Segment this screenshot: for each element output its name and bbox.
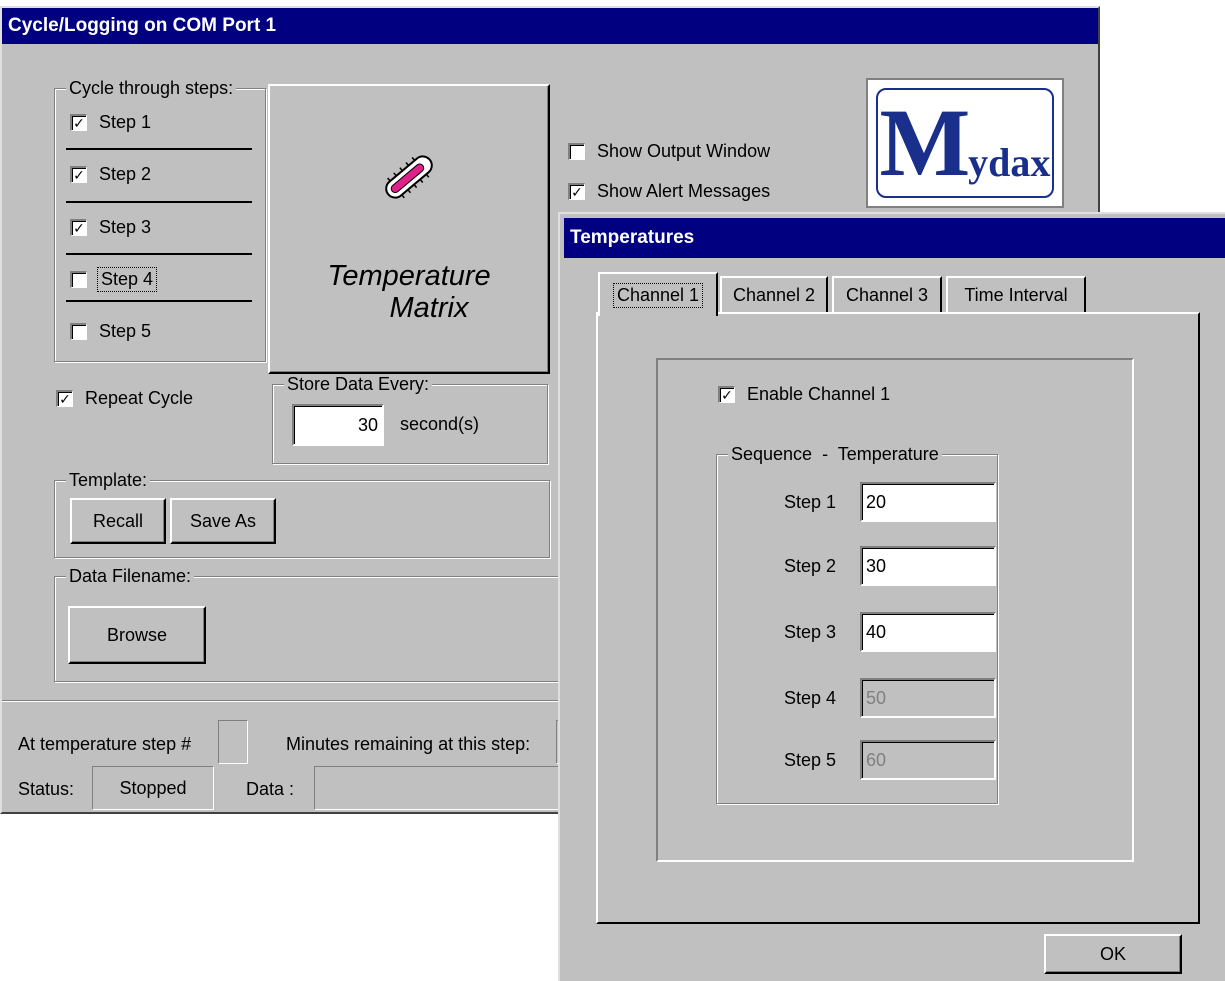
recall-button[interactable]: Recall: [70, 498, 166, 544]
temperature-matrix-line2: Matrix: [389, 292, 469, 324]
mydax-logo: M ydax: [866, 78, 1064, 208]
tab-channel-2-label: Channel 2: [732, 284, 816, 305]
cycle-steps-label: Cycle through steps:: [66, 78, 237, 98]
show-output-window-label: Show Output Window: [597, 141, 771, 161]
show-alert-messages-label: Show Alert Messages: [597, 181, 771, 201]
tab-time-interval[interactable]: Time Interval: [946, 276, 1086, 312]
checkmark-icon: ✓: [70, 219, 87, 236]
step-divider: [66, 201, 252, 203]
tab-channel-3-label: Channel 3: [845, 284, 929, 305]
logo-suffix: ydax: [968, 140, 1051, 185]
show-alert-messages-checkbox[interactable]: ✓ Show Alert Messages: [568, 181, 770, 202]
checkmark-icon: ✓: [568, 183, 585, 200]
logo-text: M ydax: [879, 89, 1051, 196]
repeat-cycle-label: Repeat Cycle: [85, 388, 194, 408]
temperatures-dialog: Temperatures Channel 1 Channel 2 Channel…: [558, 212, 1225, 981]
step-5-label: Step 5: [99, 321, 152, 341]
seq-step-2-label: Step 2: [784, 556, 837, 576]
seq-step-3-input[interactable]: 40: [860, 612, 996, 652]
enable-channel-label: Enable Channel 1: [747, 384, 891, 404]
seq-step-5-input: 60: [860, 740, 996, 780]
step-divider: [66, 253, 252, 255]
data-value: [314, 766, 584, 810]
data-filename-label: Data Filename:: [66, 566, 195, 586]
tab-channel-3[interactable]: Channel 3: [832, 276, 942, 312]
tab-channel-1[interactable]: Channel 1: [598, 272, 718, 316]
checkbox-empty-icon: [70, 323, 87, 340]
store-data-interval-input[interactable]: 30: [292, 404, 384, 446]
store-data-unit: second(s): [400, 414, 480, 434]
seq-step-1-label: Step 1: [784, 492, 837, 512]
checkbox-empty-icon: [568, 143, 585, 160]
tab-time-interval-label: Time Interval: [964, 284, 1068, 305]
step-divider: [66, 300, 252, 302]
seq-step-4-value: 50: [866, 687, 887, 708]
step-4-label: Step 4: [96, 267, 158, 292]
data-label: Data :: [246, 779, 295, 799]
temperature-matrix-line1: Temperature: [327, 260, 491, 292]
step-3-checkbox[interactable]: ✓ Step 3: [70, 217, 151, 238]
browse-button[interactable]: Browse: [68, 606, 206, 664]
seq-step-5-value: 60: [866, 749, 887, 770]
step-4-checkbox[interactable]: Step 4: [70, 267, 158, 292]
seq-step-4-input: 50: [860, 678, 996, 718]
seq-step-3-value: 40: [866, 621, 887, 642]
step-2-checkbox[interactable]: ✓ Step 2: [70, 164, 151, 185]
status-value: Stopped: [92, 766, 214, 810]
window-title: Cycle/Logging on COM Port 1: [2, 8, 1098, 44]
seq-step-2-value: 30: [866, 555, 887, 576]
checkmark-icon: ✓: [718, 386, 735, 403]
seq-step-3-label: Step 3: [784, 622, 837, 642]
ok-button[interactable]: OK: [1044, 934, 1182, 974]
dialog-title: Temperatures: [564, 218, 1225, 258]
checkmark-icon: ✓: [56, 390, 73, 407]
save-as-button[interactable]: Save As: [170, 498, 276, 544]
temperature-matrix-button[interactable]: Temperature Matrix: [268, 84, 550, 374]
step-divider: [66, 148, 252, 150]
step-2-label: Step 2: [99, 164, 152, 184]
minutes-remaining-label: Minutes remaining at this step:: [286, 734, 531, 754]
step-1-checkbox[interactable]: ✓ Step 1: [70, 112, 151, 133]
enable-channel-checkbox[interactable]: ✓ Enable Channel 1: [718, 384, 890, 405]
thermometer-icon: [385, 155, 433, 199]
show-output-window-checkbox[interactable]: Show Output Window: [568, 141, 770, 162]
store-data-label: Store Data Every:: [284, 374, 433, 394]
logo-letter-m: M: [879, 89, 971, 196]
seq-step-2-input[interactable]: 30: [860, 546, 996, 586]
seq-step-1-input[interactable]: 20: [860, 482, 996, 522]
repeat-cycle-checkbox[interactable]: ✓ Repeat Cycle: [56, 388, 193, 409]
sequence-label: Sequence - Temperature: [728, 444, 942, 464]
temperature-step-label: At temperature step #: [18, 734, 192, 754]
seq-step-5-label: Step 5: [784, 750, 837, 770]
checkbox-empty-icon: [70, 271, 87, 288]
checkmark-icon: ✓: [70, 114, 87, 131]
step-5-checkbox[interactable]: Step 5: [70, 321, 151, 342]
store-data-interval-value: 30: [357, 414, 378, 435]
seq-step-4-label: Step 4: [784, 688, 837, 708]
checkmark-icon: ✓: [70, 166, 87, 183]
step-1-label: Step 1: [99, 112, 152, 132]
seq-step-1-value: 20: [866, 491, 887, 512]
temperature-step-value: [218, 720, 248, 764]
tab-channel-2[interactable]: Channel 2: [720, 276, 828, 312]
tab-channel-1-label: Channel 1: [612, 282, 704, 308]
template-label: Template:: [66, 470, 151, 490]
status-label: Status:: [18, 779, 75, 799]
step-3-label: Step 3: [99, 217, 152, 237]
